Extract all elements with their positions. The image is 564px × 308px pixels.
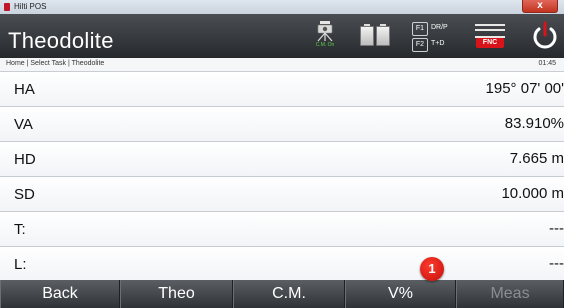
power-icon[interactable] — [528, 20, 562, 52]
app-header: Theodolite C.M. On F1 DR/P F2 T+D FNC — [0, 14, 564, 58]
f1-key[interactable]: F1 — [412, 22, 428, 36]
measurement-value: 83.910% — [504, 115, 564, 132]
f1-label: DR/P — [431, 24, 448, 31]
measurement-label: T: — [14, 221, 26, 238]
window-close-button[interactable]: x — [522, 0, 558, 13]
meas-button[interactable]: Meas — [456, 280, 564, 308]
app-icon — [4, 3, 10, 11]
back-button[interactable]: Back — [0, 280, 120, 308]
battery-icon — [360, 20, 390, 52]
measurement-value: --- — [549, 255, 564, 272]
breadcrumb-bar: Home | Select Task | Theodolite 01:45 — [0, 58, 564, 72]
v-percent-button[interactable]: V% — [345, 280, 456, 308]
clock: 01:45 — [538, 60, 556, 67]
fnc-menu-icon[interactable]: FNC — [474, 20, 506, 52]
function-keys: F1 DR/P F2 T+D — [412, 20, 468, 52]
f2-label: T+D — [431, 40, 445, 47]
instrument-cm-icon[interactable]: C.M. On — [312, 20, 338, 52]
fnc-badge: FNC — [476, 38, 504, 48]
window-title: Hilti POS — [14, 2, 47, 11]
measurement-row-t: T: --- — [0, 212, 564, 247]
measurement-list: HA 195° 07' 00' VA 83.910% HD 7.665 m SD… — [0, 72, 564, 282]
measurement-row-ha: HA 195° 07' 00' — [0, 72, 564, 107]
os-title-bar: Hilti POS x — [0, 0, 564, 15]
measurement-value: 7.665 m — [509, 150, 564, 167]
measurement-row-sd: SD 10.000 m — [0, 177, 564, 212]
page-title: Theodolite — [8, 28, 114, 53]
theo-button[interactable]: Theo — [120, 280, 233, 308]
cm-button[interactable]: C.M. — [233, 280, 345, 308]
measurement-value: --- — [549, 220, 564, 237]
measurement-label: HA — [14, 81, 35, 98]
cm-status-label: C.M. On — [315, 42, 335, 48]
measurement-label: HD — [14, 151, 36, 168]
measurement-row-va: VA 83.910% — [0, 107, 564, 142]
measurement-label: SD — [14, 186, 35, 203]
measurement-row-l: L: --- — [0, 247, 564, 282]
measurement-label: VA — [14, 116, 33, 133]
app-window: Hilti POS x Theodolite C.M. On F1 DR/P F… — [0, 0, 564, 308]
softkey-bar: Back Theo C.M. V% Meas — [0, 280, 564, 308]
measurement-value: 195° 07' 00' — [485, 80, 564, 97]
callout-marker: 1 — [420, 257, 444, 281]
measurement-value: 10.000 m — [501, 185, 564, 202]
f2-key[interactable]: F2 — [412, 38, 428, 52]
breadcrumb: Home | Select Task | Theodolite — [6, 60, 105, 67]
measurement-label: L: — [14, 256, 27, 273]
measurement-row-hd: HD 7.665 m — [0, 142, 564, 177]
